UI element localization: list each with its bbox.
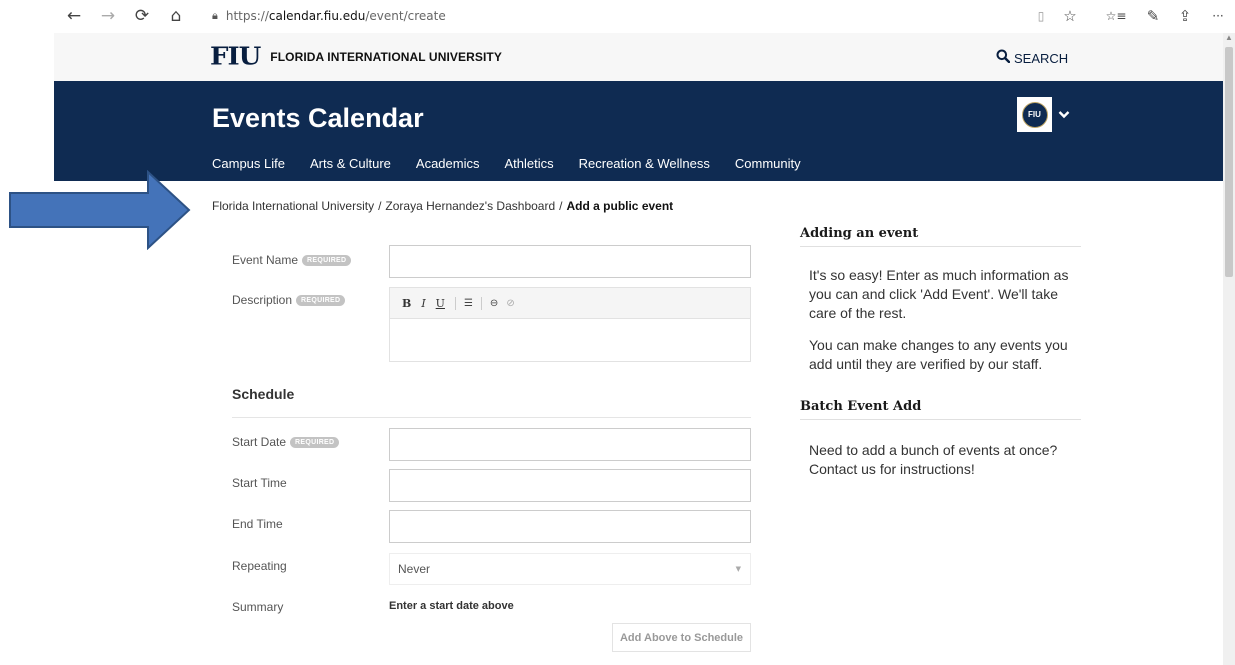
schedule-divider: [232, 417, 751, 418]
end-time-input[interactable]: [389, 510, 751, 543]
search-button[interactable]: SEARCH: [996, 49, 1068, 67]
adding-event-text: It's so easy! Enter as much information …: [809, 267, 1069, 321]
more-menu-icon[interactable]: ···: [1206, 4, 1230, 28]
start-time-input[interactable]: [389, 469, 751, 502]
reading-view-icon[interactable]: ▯: [1029, 4, 1053, 28]
start-date-input[interactable]: [389, 428, 751, 461]
university-name: FLORIDA INTERNATIONAL UNIVERSITY: [270, 50, 502, 64]
main-nav: Campus Life Arts & Culture Academics Ath…: [212, 156, 826, 171]
breadcrumb-separator: /: [378, 199, 382, 213]
page-scrollbar[interactable]: ▲: [1223, 33, 1235, 665]
browser-toolbar: ← → ⟳ ⌂ 🔒︎ https://calendar.fiu.edu/even…: [0, 0, 1235, 33]
start-time-label: Start Time: [232, 476, 287, 490]
back-icon[interactable]: ←: [62, 4, 86, 28]
event-name-input[interactable]: [389, 245, 751, 278]
breadcrumb-current: Add a public event: [566, 199, 674, 213]
search-label: SEARCH: [1014, 50, 1069, 66]
schedule-heading: Schedule: [232, 386, 295, 402]
event-name-label: Event Name REQUIRED: [232, 253, 352, 267]
search-icon: [996, 49, 1011, 67]
sidebar-divider: [800, 246, 1081, 247]
repeating-label: Repeating: [232, 559, 287, 573]
annotation-arrow: [8, 169, 192, 255]
end-time-label-text: End Time: [232, 517, 283, 531]
nav-academics[interactable]: Academics: [416, 156, 480, 171]
italic-button[interactable]: I: [421, 297, 425, 310]
underline-button[interactable]: U: [436, 297, 445, 310]
required-badge: REQUIRED: [302, 254, 352, 266]
batch-add-text: Need to add a bunch of events at once? C…: [809, 442, 1058, 477]
repeating-select[interactable]: Never ▼: [389, 553, 751, 585]
adding-event-heading: Adding an event: [800, 226, 919, 241]
bullet-list-icon[interactable]: ☰: [464, 298, 473, 309]
avatar[interactable]: FIU: [1017, 97, 1052, 132]
bold-button[interactable]: B: [402, 297, 411, 310]
forward-icon[interactable]: →: [96, 4, 120, 28]
required-badge: REQUIRED: [290, 436, 340, 448]
fiu-logo[interactable]: FIU FLORIDA INTERNATIONAL UNIVERSITY: [210, 42, 502, 72]
chevron-down-icon[interactable]: [1058, 107, 1070, 123]
description-editor[interactable]: B I U ☰ ⊖ ⊘: [389, 287, 751, 362]
breadcrumb-university[interactable]: Florida International University: [212, 199, 374, 213]
end-time-label: End Time: [232, 517, 283, 531]
calendar-banner: Events Calendar FIU Campus Life Arts & C…: [54, 81, 1223, 181]
nav-community[interactable]: Community: [735, 156, 801, 171]
sidebar-divider: [800, 419, 1081, 420]
nav-campus-life[interactable]: Campus Life: [212, 156, 285, 171]
account-menu[interactable]: FIU: [1017, 97, 1070, 132]
event-name-label-text: Event Name: [232, 253, 299, 267]
scroll-thumb[interactable]: [1225, 47, 1233, 277]
breadcrumb-dashboard[interactable]: Zoraya Hernandez's Dashboard: [385, 199, 555, 213]
summary-label-text: Summary: [232, 600, 284, 614]
link-icon[interactable]: ⊖: [490, 298, 498, 309]
lock-icon: 🔒︎: [212, 9, 218, 22]
page-title[interactable]: Events Calendar: [212, 103, 424, 134]
nav-recreation-wellness[interactable]: Recreation & Wellness: [579, 156, 710, 171]
repeating-label-text: Repeating: [232, 559, 287, 573]
fiu-logo-mark: FIU: [210, 42, 261, 72]
start-time-label-text: Start Time: [232, 476, 287, 490]
site-header: FIU FLORIDA INTERNATIONAL UNIVERSITY SEA…: [54, 33, 1223, 81]
summary-value: Enter a start date above: [389, 600, 514, 612]
home-icon[interactable]: ⌂: [164, 4, 188, 28]
start-date-label-text: Start Date: [232, 435, 287, 449]
refresh-icon[interactable]: ⟳: [130, 4, 154, 28]
adding-event-note: You can make changes to any events you a…: [809, 337, 1068, 372]
dropdown-caret-icon: ▼: [735, 565, 741, 573]
nav-arts-culture[interactable]: Arts & Culture: [310, 156, 391, 171]
description-label-text: Description: [232, 293, 293, 307]
breadcrumb: Florida International University / Zoraya …: [212, 199, 673, 213]
url-domain: calendar.fiu.edu: [268, 9, 366, 23]
nav-athletics[interactable]: Athletics: [504, 156, 553, 171]
notes-pen-icon[interactable]: ✎: [1141, 4, 1165, 28]
add-to-schedule-button[interactable]: Add Above to Schedule: [612, 623, 751, 652]
editor-toolbar: B I U ☰ ⊖ ⊘: [390, 288, 750, 319]
favorite-star-icon[interactable]: ☆: [1058, 4, 1082, 28]
url-prefix: https://: [225, 9, 269, 23]
unlink-icon[interactable]: ⊘: [506, 298, 514, 309]
avatar-logo: FIU: [1021, 101, 1048, 128]
batch-add-heading: Batch Event Add: [800, 399, 922, 414]
description-label: Description REQUIRED: [232, 293, 346, 307]
start-date-label: Start Date REQUIRED: [232, 435, 340, 449]
required-badge: REQUIRED: [296, 294, 346, 306]
summary-label: Summary: [232, 600, 283, 614]
toolbar-divider: [480, 296, 482, 310]
scroll-up-icon[interactable]: ▲: [1225, 33, 1233, 45]
share-icon[interactable]: ⇪: [1173, 4, 1197, 28]
toolbar-divider: [454, 296, 456, 310]
url-path: /event/create: [365, 9, 446, 23]
favorites-bar-icon[interactable]: ☆≡: [1104, 4, 1128, 28]
breadcrumb-separator: /: [559, 199, 563, 213]
address-bar[interactable]: 🔒︎ https://calendar.fiu.edu/event/create: [212, 5, 812, 27]
repeating-value: Never: [398, 562, 431, 576]
